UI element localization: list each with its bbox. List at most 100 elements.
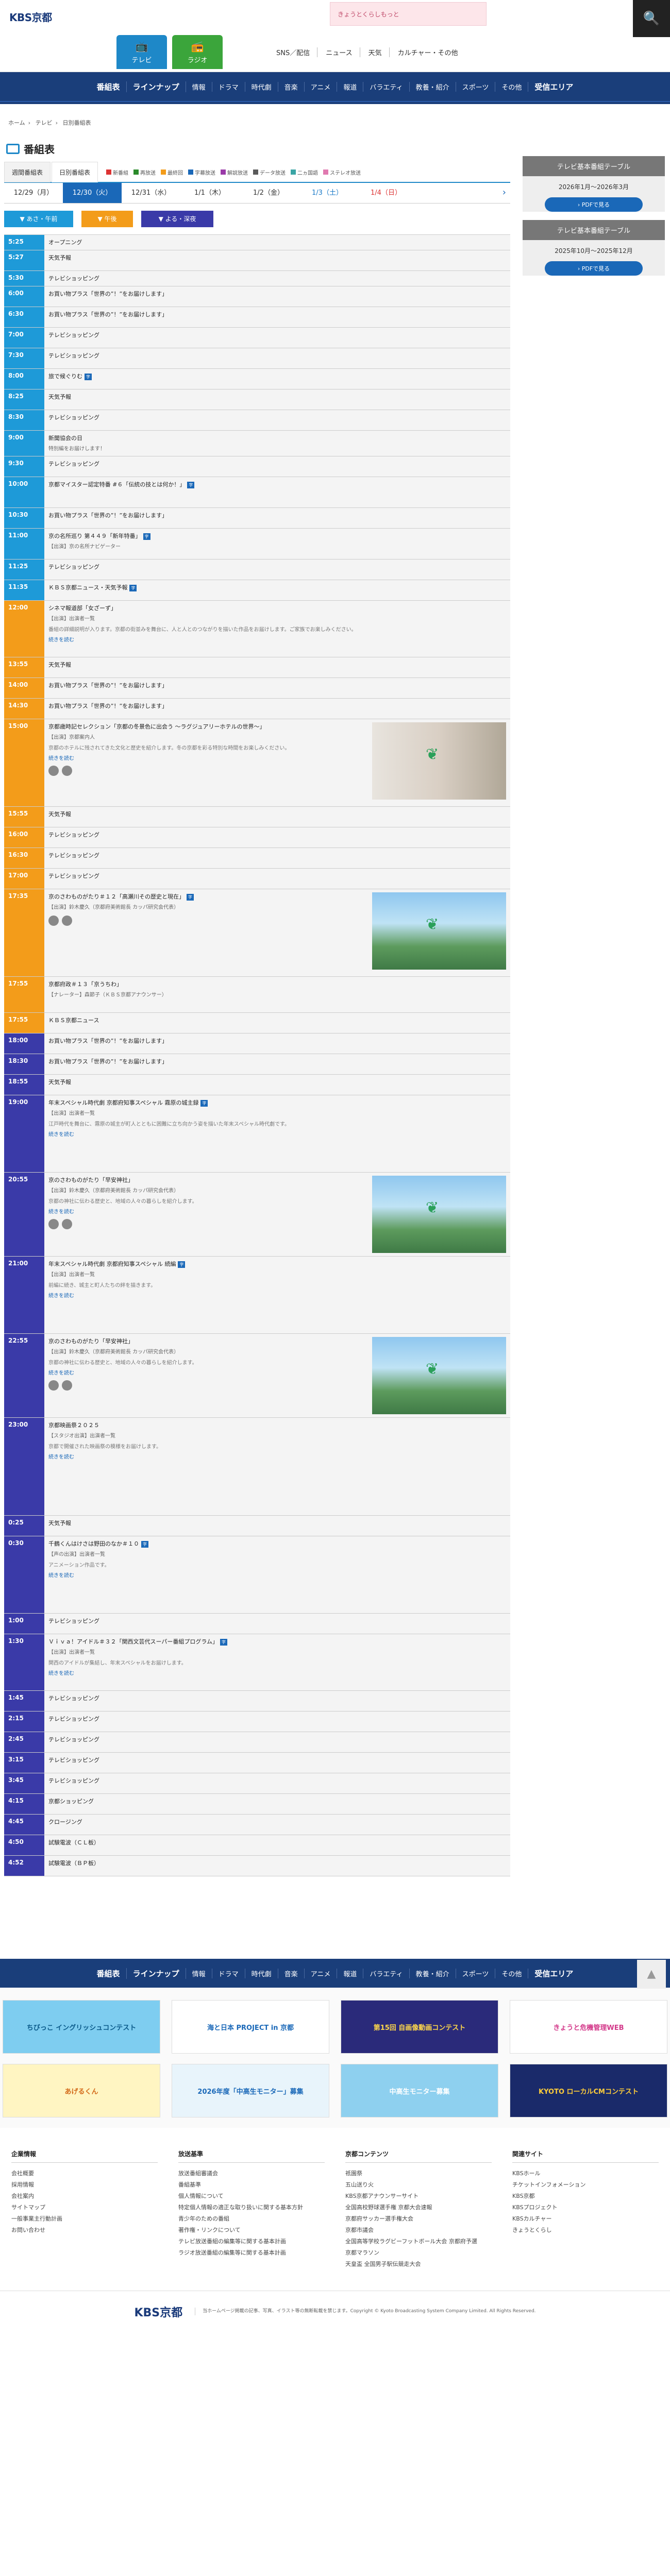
tab-radio[interactable]: 📻 ラジオ	[172, 35, 223, 69]
footer-link[interactable]: テレビ放送番組の編集等に関する基本計画	[178, 2236, 325, 2247]
footer-link[interactable]: 一般事業主行動計画	[11, 2213, 158, 2225]
footer-logo[interactable]: KBS京都	[134, 2303, 182, 2320]
footer-link[interactable]: KBSホール	[512, 2168, 659, 2179]
tab-weekly[interactable]: 週間番組表	[4, 162, 51, 182]
search-button[interactable]: 🔍	[633, 0, 670, 37]
program-title[interactable]: 京都ショッピング	[48, 1797, 506, 1805]
program-title[interactable]: 京都歳時記セレクション「京都の冬景色に出会う ～ラグジュアリーホテルの世界～」	[48, 722, 366, 731]
nav-item[interactable]: 受信エリア	[528, 1968, 579, 1979]
footer-link[interactable]: ラジオ放送番組の編集等に関する基本計画	[178, 2247, 325, 2259]
read-more-link[interactable]: 続きを読む	[48, 754, 366, 761]
program-title[interactable]: Ｖｉｖａ！アイドル＃３２「関西文芸代スーパー番組プログラム」字	[48, 1637, 506, 1646]
link-news[interactable]: ニュース	[326, 47, 360, 57]
footer-link[interactable]: 京都マラソン	[345, 2247, 492, 2259]
program-title[interactable]: 年末スペシャル時代劇 京都府知事スペシャル 続編字	[48, 1260, 506, 1268]
back-to-top-button[interactable]: ▲	[637, 1960, 666, 1989]
program-title[interactable]: テレビショッピング	[48, 460, 506, 468]
nav-item[interactable]: ドラマ	[212, 81, 245, 92]
link-weather[interactable]: 天気	[368, 47, 390, 57]
program-title[interactable]: お買い物プラス「世界の”！”をお届けします」	[48, 290, 506, 298]
date-tab[interactable]: 1/4（日）	[357, 183, 415, 203]
breadcrumb-tv[interactable]: テレビ	[36, 120, 53, 126]
program-title[interactable]: テレビショッピング	[48, 1694, 506, 1702]
time-of-day-button[interactable]: ▼ よる・深夜	[141, 211, 213, 227]
program-title[interactable]: 京都府政＃１３「京うちわ」	[48, 980, 506, 988]
program-title[interactable]: テレビショッピング	[48, 1776, 506, 1785]
program-title[interactable]: ＫＢＳ京都ニュース・天気予報字	[48, 583, 506, 591]
program-title[interactable]: シネマ報道部「女ざーず」	[48, 604, 506, 612]
program-thumbnail[interactable]: ❦	[372, 1337, 506, 1414]
program-title[interactable]: 試験電波（ＢＰ板）	[48, 1859, 506, 1867]
pdf-button[interactable]: › PDFで見る	[545, 261, 643, 276]
mail-icon[interactable]	[62, 1380, 72, 1391]
program-title[interactable]: テレビショッピング	[48, 1715, 506, 1723]
promo-banner[interactable]: あげるくん	[3, 2064, 160, 2117]
nav-item[interactable]: 報道	[337, 1968, 364, 1978]
promo-banner[interactable]: KYOTO ローカルCMコンテスト	[510, 2064, 667, 2117]
chevron-right-icon[interactable]: ›	[502, 187, 506, 198]
nav-item[interactable]: 教養・紹介	[410, 81, 456, 92]
promo-banner[interactable]: 中高生モニター募集	[341, 2064, 498, 2117]
nav-item[interactable]: その他	[495, 81, 529, 92]
footer-link[interactable]: KBSプロジェクト	[512, 2202, 659, 2213]
footer-link[interactable]: 京都府サッカー選手権大会	[345, 2213, 492, 2225]
link-sns[interactable]: SNS／配信	[276, 47, 318, 57]
program-title[interactable]: テレビショッピング	[48, 413, 506, 421]
read-more-link[interactable]: 続きを読む	[48, 1291, 506, 1299]
date-tab[interactable]: 1/2（金）	[239, 183, 298, 203]
footer-link[interactable]: 全国高校野球選手権 京都大会速報	[345, 2202, 492, 2213]
footer-link[interactable]: 採用情報	[11, 2179, 158, 2191]
site-logo[interactable]: KBS京都	[9, 9, 52, 24]
program-title[interactable]: テレビショッピング	[48, 331, 506, 339]
program-title[interactable]: テレビショッピング	[48, 831, 506, 839]
tab-daily[interactable]: 日別番組表	[52, 162, 98, 182]
nav-item[interactable]: 情報	[186, 1968, 212, 1978]
nav-item[interactable]: その他	[495, 1968, 529, 1978]
promo-banner[interactable]: 2026年度「中高生モニター」募集	[172, 2064, 329, 2117]
nav-item[interactable]: 番組表	[91, 81, 127, 92]
footer-link[interactable]: 天皇盃 全国男子駅伝競走大会	[345, 2259, 492, 2270]
footer-link[interactable]: 著作権・リンクについて	[178, 2225, 325, 2236]
share-icon[interactable]	[48, 1380, 59, 1391]
program-thumbnail[interactable]: ❦	[372, 722, 506, 800]
breadcrumb-home[interactable]: ホーム	[8, 120, 25, 126]
program-title[interactable]: テレビショッピング	[48, 351, 506, 360]
footer-link[interactable]: KBSカルチャー	[512, 2213, 659, 2225]
nav-item[interactable]: 音楽	[278, 81, 305, 92]
time-of-day-button[interactable]: ▼ あさ・午前	[4, 211, 73, 227]
promo-banner[interactable]: 第15回 自画像動画コンテスト	[341, 2000, 498, 2054]
tab-tv[interactable]: 📺 テレビ	[116, 35, 167, 69]
footer-link[interactable]: サイトマップ	[11, 2202, 158, 2213]
program-title[interactable]: 試験電波（ＣＬ板）	[48, 1838, 506, 1846]
footer-link[interactable]: 全国高等学校ラグビーフットボール大会 京都府予選	[345, 2236, 492, 2247]
footer-link[interactable]: 祇園祭	[345, 2168, 492, 2179]
program-title[interactable]: 千鶴くんはけさは野田のなか＃１０ 字	[48, 1539, 506, 1548]
nav-item[interactable]: 情報	[186, 81, 212, 92]
promo-banner[interactable]: きょうと危機管理WEB	[510, 2000, 667, 2054]
nav-item[interactable]: アニメ	[305, 1968, 338, 1978]
read-more-link[interactable]: 続きを読む	[48, 635, 506, 643]
footer-link[interactable]: KBS京都アナウンサーサイト	[345, 2191, 492, 2202]
read-more-link[interactable]: 続きを読む	[48, 1207, 366, 1215]
program-title[interactable]: お買い物プラス「世界の”！”をお届けします」	[48, 702, 506, 710]
program-title[interactable]: テレビショッピング	[48, 1617, 506, 1625]
nav-item[interactable]: バラエティ	[363, 81, 410, 92]
footer-link[interactable]: 特定個人情報の適正な取り扱いに関する基本方針	[178, 2202, 325, 2213]
program-title[interactable]: 天気予報	[48, 253, 506, 262]
program-title[interactable]: テレビショッピング	[48, 1735, 506, 1743]
nav-item[interactable]: 報道	[337, 81, 364, 92]
program-title[interactable]: テレビショッピング	[48, 851, 506, 859]
nav-item[interactable]: 音楽	[278, 1968, 305, 1978]
nav-item[interactable]: ラインナップ	[127, 81, 186, 92]
program-title[interactable]: 京のさわものがたり「早安神社」	[48, 1337, 366, 1345]
share-icon[interactable]	[48, 1219, 59, 1229]
program-title[interactable]: 天気予報	[48, 1519, 506, 1527]
program-title[interactable]: お買い物プラス「世界の”！”をお届けします」	[48, 1057, 506, 1065]
program-title[interactable]: 年末スペシャル時代劇 京都府知事スペシャル 霧原の城主録字	[48, 1098, 506, 1107]
program-thumbnail[interactable]: ❦	[372, 892, 506, 970]
program-title[interactable]: オープニング	[48, 238, 506, 246]
link-culture[interactable]: カルチャー・その他	[398, 47, 465, 57]
share-icon[interactable]	[48, 766, 59, 776]
program-title[interactable]: お買い物プラス「世界の”！”をお届けします」	[48, 511, 506, 519]
program-title[interactable]: 京都映画祭２０２５	[48, 1421, 506, 1429]
